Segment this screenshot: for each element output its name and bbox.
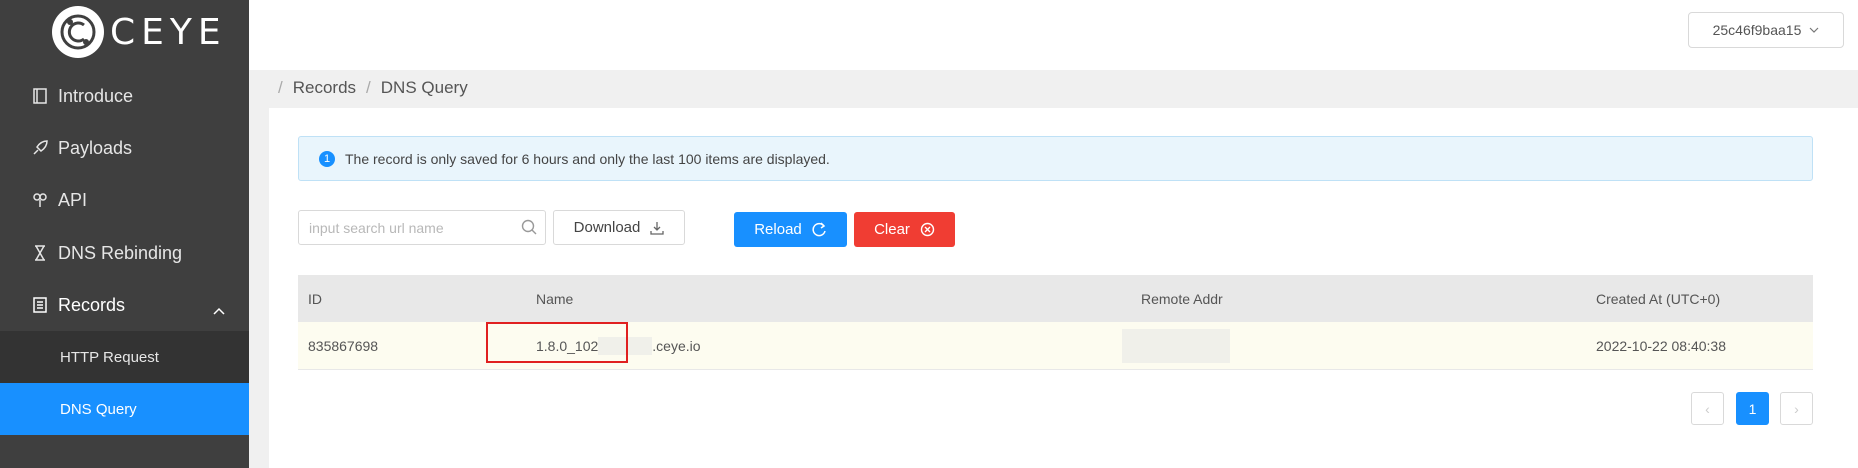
reload-button[interactable]: Reload [734,212,847,247]
user-name: 25c46f9baa15 [1712,22,1802,38]
api-icon [30,190,50,210]
cell-remote-addr [1122,322,1230,369]
logo-icon [52,6,104,58]
app-root: CEYE Introduce Payloads API DNS Rebindin… [0,0,1858,468]
sidebar-item-payloads[interactable]: Payloads [0,122,249,174]
rocket-icon [30,138,50,158]
sidebar-item-records[interactable]: Records [0,279,249,331]
logo-text: CEYE [110,11,227,53]
clear-label: Clear [874,221,910,238]
breadcrumb-current: DNS Query [380,78,468,97]
sidebar-item-api[interactable]: API [0,174,249,226]
sidebar-subitem-http-request[interactable]: HTTP Request [0,331,249,383]
search-input[interactable] [299,219,509,236]
sidebar-subitem-dns-query[interactable]: DNS Query [0,383,249,435]
sidebar-subitem-label: DNS Query [60,400,137,418]
cell-id: 835867698 [308,337,379,354]
download-label: Download [573,219,641,236]
chevron-up-icon [213,299,225,320]
book-icon [30,86,50,106]
sidebar-item-label: Records [58,294,126,315]
records-icon [30,295,50,315]
column-header-id: ID [308,290,322,307]
reload-icon [812,222,826,237]
sidebar-item-introduce[interactable]: Introduce [0,70,249,122]
pagination-next-button[interactable]: › [1780,392,1813,425]
sidebar-item-label: Payloads [58,137,133,158]
breadcrumb-separator: / [278,78,283,97]
chevron-down-icon [1809,27,1819,33]
sidebar-item-label: API [58,189,88,210]
download-button[interactable]: Download [553,210,685,245]
hourglass-icon [30,243,50,263]
user-dropdown[interactable]: 25c46f9baa15 [1688,12,1844,48]
sidebar-item-label: DNS Rebinding [58,242,183,263]
alert-text: The record is only saved for 6 hours and… [345,150,830,167]
breadcrumb-root[interactable]: Records [293,78,356,98]
clear-button[interactable]: Clear [854,212,955,247]
sidebar-subitem-label: HTTP Request [60,348,159,366]
info-alert: 1 The record is only saved for 6 hours a… [298,136,1813,181]
table-header: ID Name Remote Addr Created At (UTC+0) [298,275,1813,322]
breadcrumb-separator: / [366,78,371,97]
info-icon: 1 [319,150,335,167]
close-circle-icon [920,222,935,237]
breadcrumb: / Records / DNS Query [278,78,468,98]
download-icon [650,221,665,235]
redacted-block [1122,328,1230,363]
column-header-name: Name [536,290,574,307]
sidebar-item-dns-rebinding[interactable]: DNS Rebinding [0,227,249,279]
logo[interactable]: CEYE [52,4,227,60]
highlight-annotation [486,322,628,363]
pagination-prev-button[interactable]: ‹ [1691,392,1724,425]
search-box [298,210,546,245]
pagination-page-button[interactable]: 1 [1736,392,1769,425]
cell-created-at: 2022-10-22 08:40:38 [1596,337,1726,354]
sidebar: CEYE Introduce Payloads API DNS Rebindin… [0,0,249,468]
reload-label: Reload [754,221,802,238]
sidebar-item-label: Introduce [58,85,134,106]
column-header-remote-addr: Remote Addr [1141,290,1223,307]
cell-name-suffix: .ceye.io [652,337,701,354]
search-icon[interactable] [521,219,537,240]
column-header-created-at: Created At (UTC+0) [1596,290,1721,307]
top-header: 25c46f9baa15 [249,0,1858,70]
